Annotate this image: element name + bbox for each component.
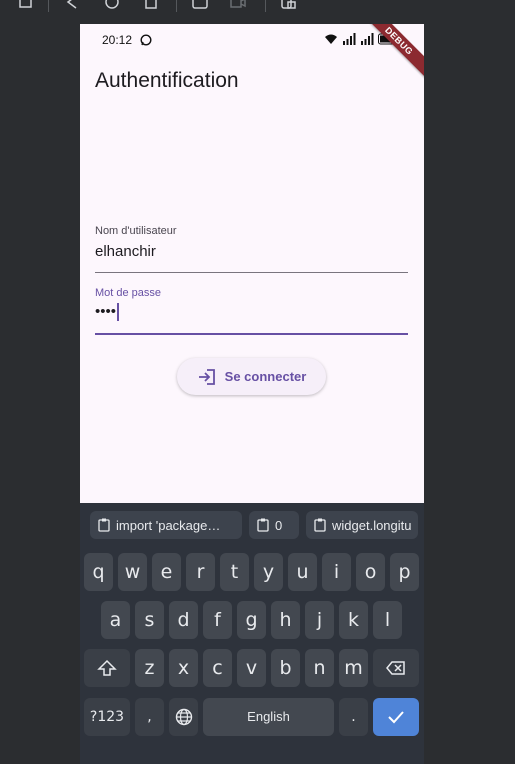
status-bar: 20:12 — [80, 24, 424, 54]
clipboard-number-icon — [257, 518, 269, 532]
whatsapp-icon — [140, 33, 152, 46]
key-q[interactable]: q — [84, 553, 113, 591]
shift-icon — [97, 659, 117, 676]
comma-key[interactable]: , — [135, 698, 164, 736]
toolbar-divider — [265, 0, 266, 12]
clipboard-suggestion[interactable]: 0 — [249, 511, 299, 539]
login-icon — [198, 368, 215, 385]
checkmark-icon — [388, 711, 404, 724]
backspace-key[interactable] — [373, 649, 419, 687]
key-x[interactable]: x — [169, 649, 198, 687]
wifi-icon — [325, 34, 337, 44]
clipboard-icon — [98, 518, 110, 532]
key-y[interactable]: y — [254, 553, 283, 591]
backspace-icon — [386, 661, 405, 675]
key-s[interactable]: s — [135, 601, 164, 639]
key-u[interactable]: u — [288, 553, 317, 591]
screenshot-icon[interactable] — [192, 0, 208, 10]
key-o[interactable]: o — [356, 553, 385, 591]
login-button-label: Se connecter — [224, 369, 307, 384]
key-v[interactable]: v — [237, 649, 266, 687]
key-t[interactable]: t — [220, 553, 249, 591]
key-a[interactable]: a — [101, 601, 130, 639]
password-field[interactable]: •••• — [95, 303, 119, 322]
username-label: Nom d'utilisateur — [95, 225, 177, 237]
key-f[interactable]: f — [203, 601, 232, 639]
password-label: Mot de passe — [95, 287, 162, 299]
key-g[interactable]: g — [237, 601, 266, 639]
status-time: 20:12 — [102, 33, 133, 47]
clipboard-suggestion[interactable]: import 'package… — [90, 511, 242, 539]
toolbar-divider — [176, 0, 177, 12]
key-n[interactable]: n — [305, 649, 334, 687]
key-m[interactable]: m — [339, 649, 368, 687]
key-i[interactable]: i — [322, 553, 351, 591]
key-j[interactable]: j — [305, 601, 334, 639]
key-r[interactable]: r — [186, 553, 215, 591]
key-d[interactable]: d — [169, 601, 198, 639]
shift-key[interactable] — [84, 649, 130, 687]
symbols-key[interactable]: ?123 — [84, 698, 130, 736]
username-underline — [95, 272, 408, 273]
period-key[interactable]: . — [339, 698, 368, 736]
password-masked-text: •••• — [95, 303, 117, 320]
key-l[interactable]: l — [373, 601, 402, 639]
signal-icon — [343, 33, 356, 45]
clipboard-suggestions: import 'package… 0 widget.longitu — [80, 509, 424, 539]
key-k[interactable]: k — [339, 601, 368, 639]
record-icon[interactable] — [230, 0, 246, 10]
space-key[interactable]: English — [203, 698, 334, 736]
key-h[interactable]: h — [271, 601, 300, 639]
language-key[interactable] — [169, 698, 198, 736]
text-cursor — [117, 303, 119, 322]
toolbar-divider — [48, 0, 49, 12]
password-underline — [95, 333, 408, 335]
emulator-toolbar — [0, 0, 515, 18]
clipboard-link-icon — [314, 518, 326, 532]
enter-key[interactable] — [373, 698, 419, 736]
rotate-device-icon[interactable] — [280, 0, 296, 10]
username-field[interactable]: elhanchir — [95, 243, 156, 260]
key-e[interactable]: e — [152, 553, 181, 591]
back-icon[interactable] — [64, 0, 80, 10]
clipboard-suggestion[interactable]: widget.longitu — [306, 511, 418, 539]
page-title: Authentification — [95, 69, 239, 92]
signal-icon — [361, 33, 374, 45]
key-b[interactable]: b — [271, 649, 300, 687]
power-icon[interactable] — [18, 0, 34, 10]
home-icon[interactable] — [104, 0, 120, 10]
globe-icon — [175, 708, 192, 726]
key-z[interactable]: z — [135, 649, 164, 687]
overview-icon[interactable] — [143, 0, 159, 10]
key-w[interactable]: w — [118, 553, 147, 591]
login-button[interactable]: Se connecter — [177, 358, 326, 395]
key-p[interactable]: p — [390, 553, 419, 591]
soft-keyboard: import 'package… 0 widget.longitu q w e … — [80, 503, 424, 764]
key-c[interactable]: c — [203, 649, 232, 687]
